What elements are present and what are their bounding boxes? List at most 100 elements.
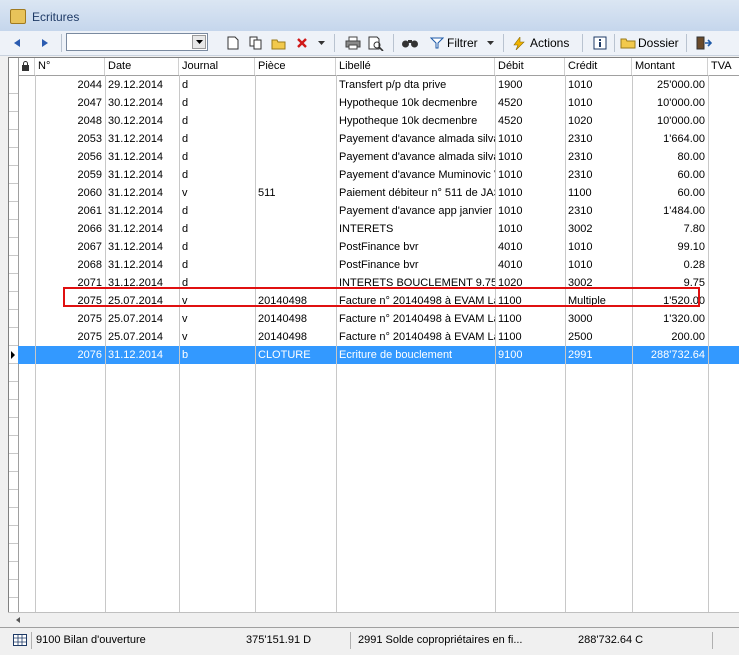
column-header-debit[interactable]: Débit <box>495 58 565 75</box>
entries-grid: N° Date Journal Pièce Libellé Débit Crédit Mont… <box>8 57 739 613</box>
entry-vat <box>708 220 739 238</box>
filter-dropdown-chevron-icon[interactable] <box>484 33 496 53</box>
row-selector[interactable] <box>9 274 18 292</box>
info-icon[interactable] <box>590 33 610 53</box>
row-selector-empty <box>9 436 18 454</box>
column-header-amount[interactable]: Montant <box>632 58 708 75</box>
horizontal-scrollbar[interactable] <box>8 612 739 627</box>
entry-number: 2053 <box>77 133 102 145</box>
entry-credit: 1010 <box>568 241 593 253</box>
status-debit-amount: 375'151.91 D <box>246 634 312 646</box>
row-selector[interactable] <box>9 292 18 310</box>
table-row[interactable]: 2044 29.12.2014 d Transfert p/p dta prive 19… <box>18 76 739 94</box>
column-gridline <box>255 75 256 613</box>
next-arrow-icon[interactable] <box>38 33 52 53</box>
row-selector-empty <box>9 418 18 436</box>
row-selector[interactable] <box>9 328 18 346</box>
printer-icon[interactable] <box>343 33 363 53</box>
toolbar-separator <box>614 34 615 52</box>
table-row[interactable]: 2068 31.12.2014 d PostFinance bvr 4010 1010 0.… <box>18 256 739 274</box>
column-header-date[interactable]: Date <box>105 58 179 75</box>
row-selector[interactable] <box>9 130 18 148</box>
entry-debit: 1010 <box>498 223 523 235</box>
binoculars-search-icon[interactable] <box>400 33 420 53</box>
entry-description: Payement d'avance app janvier M <box>339 205 495 217</box>
column-header-description[interactable]: Libellé <box>336 58 495 75</box>
delete-dropdown-chevron-icon[interactable] <box>315 33 327 53</box>
column-header-document[interactable]: Pièce <box>255 58 336 75</box>
entry-journal: d <box>182 115 189 127</box>
scroll-left-arrow-icon[interactable] <box>13 614 23 626</box>
row-selector[interactable] <box>9 94 18 112</box>
entry-document <box>255 94 336 112</box>
funnel-icon <box>430 37 444 49</box>
row-selector[interactable] <box>9 76 18 94</box>
folder-button[interactable]: Dossier <box>620 33 680 53</box>
column-header-journal[interactable]: Journal <box>179 58 255 75</box>
row-selector-empty <box>9 382 18 400</box>
search-combo-input[interactable] <box>66 33 208 51</box>
filter-label: Filtrer <box>447 36 478 50</box>
row-selector[interactable] <box>9 238 18 256</box>
entry-debit: 4010 <box>498 259 523 271</box>
row-selector[interactable] <box>9 166 18 184</box>
entry-date: 31.12.2014 <box>108 187 164 199</box>
current-row-pointer-icon <box>11 351 15 359</box>
entry-number: 2076 <box>77 349 102 361</box>
entry-description: Payement d'avance almada silva <box>339 133 495 145</box>
entry-credit: 1100 <box>568 187 592 199</box>
column-header-vat[interactable]: TVA <box>708 58 739 75</box>
row-selector-empty <box>9 580 18 598</box>
entry-debit: 9100 <box>498 349 523 361</box>
table-row[interactable]: 2060 31.12.2014 v 511 Paiement débiteur n° 5… <box>18 184 739 202</box>
entry-amount: 10'000.00 <box>657 115 705 127</box>
row-selector[interactable] <box>9 220 18 238</box>
exit-door-icon[interactable] <box>694 33 714 53</box>
table-row[interactable]: 2067 31.12.2014 d PostFinance bvr 4010 1010 99… <box>18 238 739 256</box>
print-preview-icon[interactable] <box>366 33 386 53</box>
status-divider <box>31 632 32 649</box>
entry-vat <box>708 238 739 256</box>
status-credit-amount: 288'732.64 C <box>578 634 644 646</box>
toolbar-separator <box>334 34 335 52</box>
actions-button[interactable]: Actions <box>512 33 576 53</box>
table-row[interactable]: 2047 30.12.2014 d Hypotheque 10k decmenbre 4… <box>18 94 739 112</box>
entry-credit: 2310 <box>568 133 593 145</box>
row-selector[interactable] <box>9 256 18 274</box>
entry-credit: 2991 <box>568 349 593 361</box>
table-row[interactable]: 2075 25.07.2014 v 20140498 Facture n° 201404… <box>18 328 739 346</box>
open-folder-icon[interactable] <box>270 33 288 53</box>
delete-icon[interactable] <box>293 33 311 53</box>
row-selector[interactable] <box>9 148 18 166</box>
row-selector[interactable] <box>9 112 18 130</box>
table-row[interactable]: 2048 30.12.2014 d Hypotheque 10k decmenbre 4… <box>18 112 739 130</box>
entry-description: Paiement débiteur n° 511 de JAS <box>339 187 495 199</box>
table-row[interactable]: 2066 31.12.2014 d INTERETS 1010 3002 7.80 <box>18 220 739 238</box>
column-header-credit[interactable]: Crédit <box>565 58 632 75</box>
row-selector[interactable] <box>9 346 18 364</box>
row-selector[interactable] <box>9 184 18 202</box>
filter-button[interactable]: Filtrer <box>430 33 492 53</box>
combo-dropdown-chevron-icon[interactable] <box>192 35 206 49</box>
column-header-number[interactable]: N° <box>35 58 105 75</box>
entry-amount: 80.00 <box>677 151 705 163</box>
entry-date: 31.12.2014 <box>108 223 164 235</box>
entry-amount: 200.00 <box>671 331 705 343</box>
copy-document-icon[interactable] <box>247 33 265 53</box>
table-row[interactable]: 2059 31.12.2014 d Payement d'avance Muminov… <box>18 166 739 184</box>
table-row[interactable]: 2075 25.07.2014 v 20140498 Facture n° 201404… <box>18 310 739 328</box>
entry-date: 31.12.2014 <box>108 205 164 217</box>
entry-vat <box>708 346 739 364</box>
entry-vat <box>708 292 739 310</box>
entry-document <box>255 238 336 256</box>
table-row-selected[interactable]: 2076 31.12.2014 b CLOTURE Ecriture de boucle… <box>18 346 739 364</box>
previous-arrow-icon[interactable] <box>10 33 24 53</box>
row-selector[interactable] <box>9 202 18 220</box>
new-document-icon[interactable] <box>224 33 242 53</box>
table-row[interactable]: 2056 31.12.2014 d Payement d'avance almada … <box>18 148 739 166</box>
row-selector[interactable] <box>9 310 18 328</box>
grid-header: N° Date Journal Pièce Libellé Débit Crédit Mont… <box>9 58 739 76</box>
table-row[interactable]: 2061 31.12.2014 d Payement d'avance app jan… <box>18 202 739 220</box>
table-row[interactable]: 2053 31.12.2014 d Payement d'avance almada … <box>18 130 739 148</box>
entry-description: Hypotheque 10k decmenbre <box>339 115 478 127</box>
